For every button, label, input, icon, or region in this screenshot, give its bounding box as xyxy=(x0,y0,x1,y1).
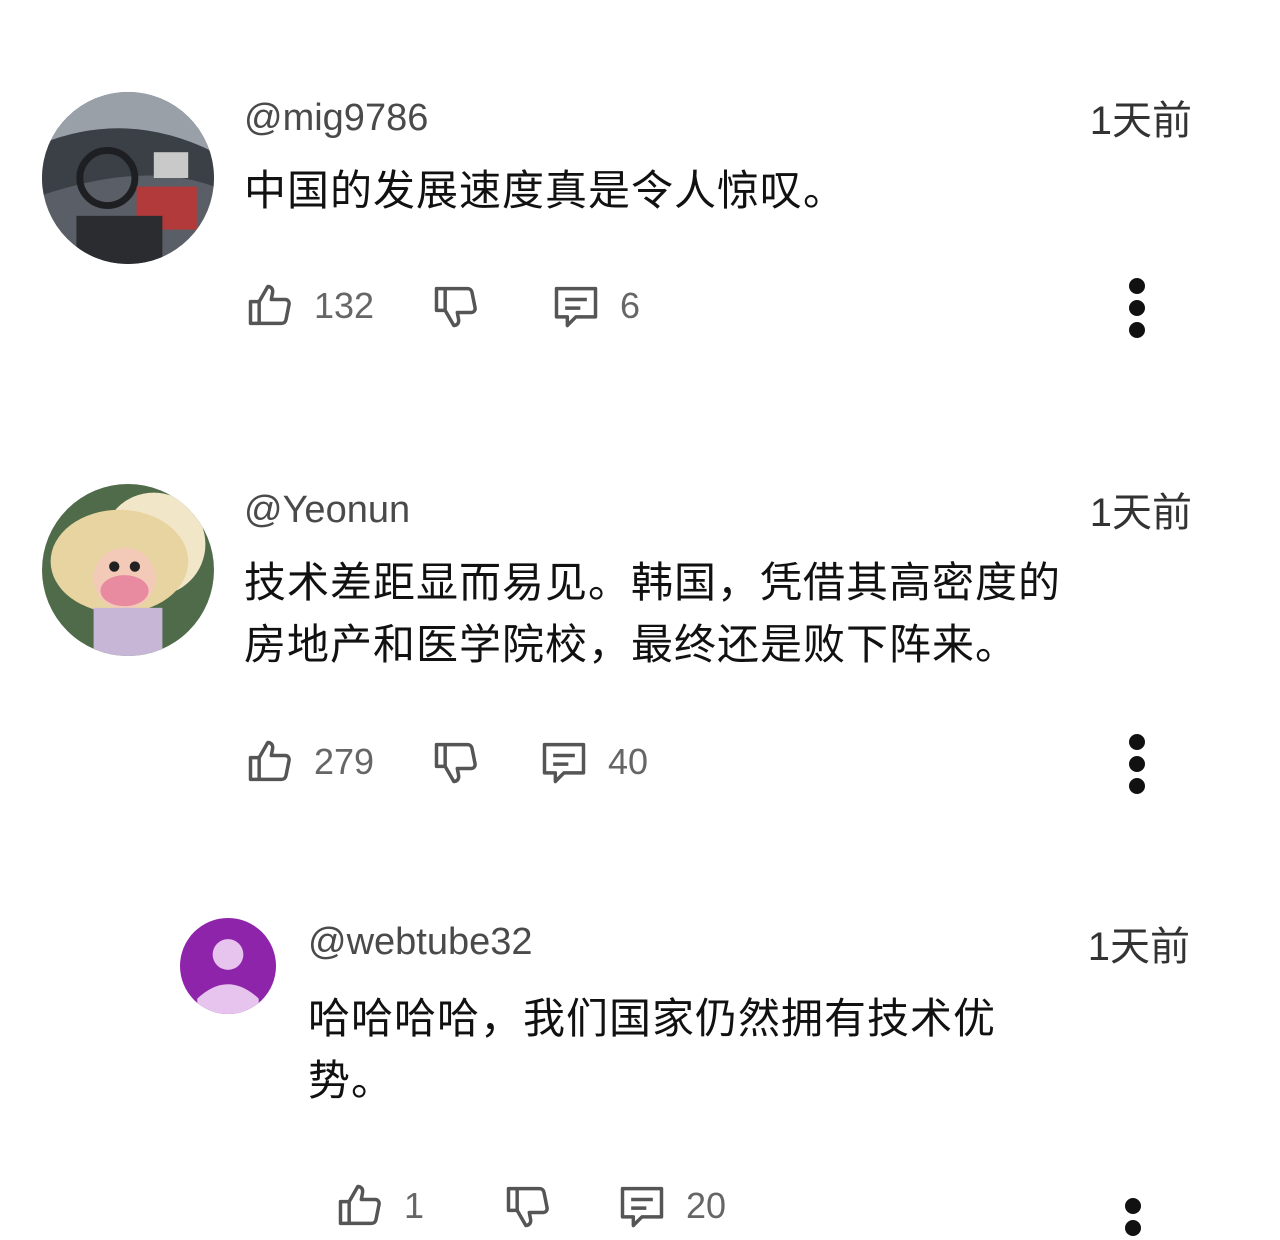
thumbs-down-icon xyxy=(434,286,477,328)
thumbs-up-icon xyxy=(248,284,291,326)
like-button[interactable]: 132 xyxy=(244,276,374,336)
comment-actions: 132 6 xyxy=(244,276,1204,336)
reply-button[interactable]: 6 xyxy=(550,276,640,336)
avatar[interactable] xyxy=(42,92,214,264)
comment-text: 哈哈哈哈，我们国家仍然拥有技术优 势。 xyxy=(308,994,997,1105)
comment-timestamp: 1天前 xyxy=(1089,491,1192,535)
reply-count: 6 xyxy=(620,285,641,326)
comment-author[interactable]: @mig9786 xyxy=(244,96,428,140)
comment-author[interactable]: @Yeonun xyxy=(244,488,410,532)
reply-count: 40 xyxy=(608,741,649,782)
reply-count: 20 xyxy=(686,1185,727,1226)
like-button[interactable]: 279 xyxy=(244,732,374,792)
thumbs-up-icon xyxy=(248,740,291,782)
comment-bubble-icon xyxy=(554,286,598,328)
comment-text: 中国的发展速度真是令人惊叹。 xyxy=(244,166,847,215)
more-vert-icon xyxy=(1129,278,1145,294)
comment-actions: 1 20 xyxy=(334,1176,1134,1236)
comment-timestamp: 1天前 xyxy=(1089,99,1192,143)
more-vert-icon xyxy=(1129,734,1145,750)
more-options-button[interactable] xyxy=(1122,732,1152,802)
dislike-button[interactable] xyxy=(430,276,482,336)
reply-button[interactable]: 20 xyxy=(616,1176,726,1236)
comment-bubble-icon xyxy=(542,742,586,784)
thumbs-down-icon xyxy=(434,742,477,784)
thumbs-up-icon xyxy=(338,1184,381,1226)
dislike-button[interactable] xyxy=(430,732,482,792)
like-count: 1 xyxy=(404,1185,425,1226)
more-options-button[interactable] xyxy=(1118,1196,1148,1240)
comment-actions: 279 40 xyxy=(244,732,1204,792)
dislike-button[interactable] xyxy=(502,1176,554,1236)
more-options-button[interactable] xyxy=(1122,276,1152,346)
comment-author[interactable]: @webtube32 xyxy=(308,920,533,964)
like-count: 132 xyxy=(314,285,375,326)
avatar[interactable] xyxy=(42,484,214,656)
comment-text: 技术差距显而易见。韩国，凭借其高密度的 房地产和医学院校，最终还是败下阵来。 xyxy=(244,558,1062,669)
like-button[interactable]: 1 xyxy=(334,1176,424,1236)
comment-bubble-icon xyxy=(620,1186,664,1228)
avatar[interactable] xyxy=(180,918,276,1014)
more-vert-icon xyxy=(1125,1198,1141,1214)
like-count: 279 xyxy=(314,741,375,782)
reply-button[interactable]: 40 xyxy=(538,732,648,792)
thumbs-down-icon xyxy=(506,1186,549,1228)
comment-timestamp: 1天前 xyxy=(1087,925,1190,969)
